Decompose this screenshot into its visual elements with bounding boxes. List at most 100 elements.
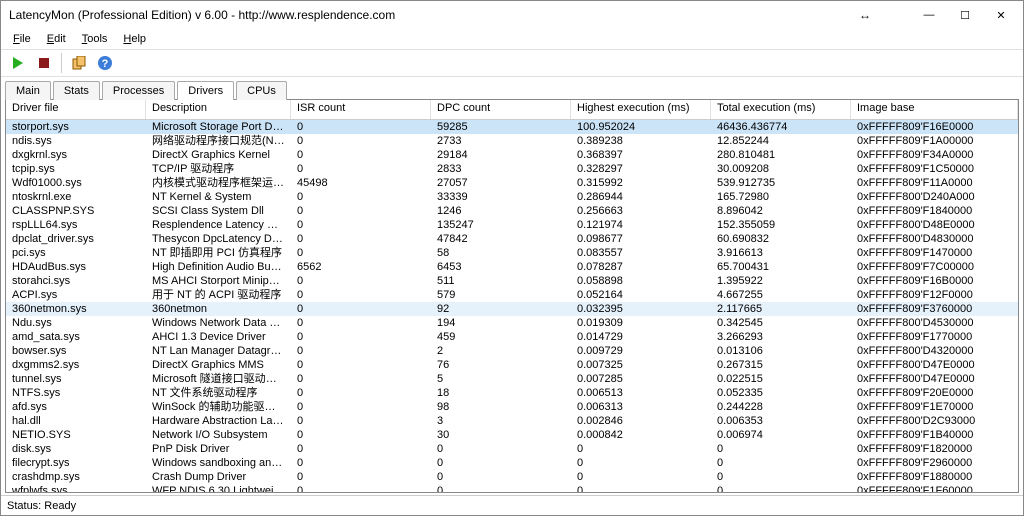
cell: 0 <box>711 442 851 456</box>
cell: 1.395922 <box>711 274 851 288</box>
table-row[interactable]: afd.sysWinSock 的辅助功能驱动程序0980.0063130.244… <box>6 400 1018 414</box>
cell: 0.052335 <box>711 386 851 400</box>
cell: 0 <box>711 484 851 492</box>
restore-down-icon[interactable]: ↔ <box>859 8 871 22</box>
stop-button[interactable] <box>33 52 55 74</box>
tab-stats[interactable]: Stats <box>53 81 100 100</box>
minimize-button[interactable]: — <box>911 3 947 27</box>
cell: TCP/IP 驱动程序 <box>146 162 291 176</box>
table-row[interactable]: rspLLL64.sysResplendence Latency Monitor… <box>6 218 1018 232</box>
table-row[interactable]: Ndu.sysWindows Network Data Usage Monit.… <box>6 316 1018 330</box>
status-text: Status: Ready <box>7 500 76 512</box>
help-button[interactable]: ? <box>94 52 116 74</box>
col-image-base[interactable]: Image base <box>851 100 1018 119</box>
menu-file[interactable]: File <box>7 31 37 47</box>
col-dpc-count[interactable]: DPC count <box>431 100 571 119</box>
cell: 0xFFFFF809'F1770000 <box>851 330 1018 344</box>
tab-drivers[interactable]: Drivers <box>177 81 234 100</box>
cell: 1246 <box>431 204 571 218</box>
cell: dxgmms2.sys <box>6 358 146 372</box>
table-row[interactable]: storahci.sysMS AHCI Storport Miniport Dr… <box>6 274 1018 288</box>
table-row[interactable]: dxgmms2.sysDirectX Graphics MMS0760.0073… <box>6 358 1018 372</box>
table-row[interactable]: pci.sysNT 即插即用 PCI 仿真程序0580.0835573.9166… <box>6 246 1018 260</box>
cell: 47842 <box>431 232 571 246</box>
table-row[interactable]: Wdf01000.sys内核模式驱动程序框架运行时45498270570.315… <box>6 176 1018 190</box>
cell: 194 <box>431 316 571 330</box>
cell: 0.098677 <box>571 232 711 246</box>
table-row[interactable]: wfplwfs.sysWFP NDIS 6.30 Lightweight Fil… <box>6 484 1018 492</box>
cell: dxgkrnl.sys <box>6 148 146 162</box>
col-description[interactable]: Description <box>146 100 291 119</box>
table-row[interactable]: ACPI.sys用于 NT 的 ACPI 驱动程序05790.0521644.6… <box>6 288 1018 302</box>
cell: 4.667255 <box>711 288 851 302</box>
tab-processes[interactable]: Processes <box>102 81 175 100</box>
cell: 0.328297 <box>571 162 711 176</box>
cell: High Definition Audio Bus Driver <box>146 260 291 274</box>
cell: Windows sandboxing and encryptio... <box>146 456 291 470</box>
table-row[interactable]: CLASSPNP.SYSSCSI Class System Dll012460.… <box>6 204 1018 218</box>
cell: 0 <box>291 134 431 148</box>
grid-body[interactable]: storport.sysMicrosoft Storage Port Drive… <box>6 120 1018 492</box>
table-row[interactable]: hal.dllHardware Abstraction Layer DLL030… <box>6 414 1018 428</box>
tab-main[interactable]: Main <box>5 81 51 100</box>
col-highest-exec[interactable]: Highest execution (ms) <box>571 100 711 119</box>
maximize-button[interactable]: ☐ <box>947 3 983 27</box>
play-button[interactable] <box>7 52 29 74</box>
cell: tcpip.sys <box>6 162 146 176</box>
cell: 0 <box>431 470 571 484</box>
cell: 0 <box>291 358 431 372</box>
table-row[interactable]: amd_sata.sysAHCI 1.3 Device Driver04590.… <box>6 330 1018 344</box>
col-isr-count[interactable]: ISR count <box>291 100 431 119</box>
cell: Microsoft Storage Port Driver <box>146 120 291 134</box>
window-title: LatencyMon (Professional Edition) v 6.00… <box>9 8 859 22</box>
table-row[interactable]: 360netmon.sys360netmon0920.0323952.11766… <box>6 302 1018 316</box>
table-row[interactable]: ndis.sys网络驱动程序接口规范(NDIS)027330.38923812.… <box>6 134 1018 148</box>
table-row[interactable]: HDAudBus.sysHigh Definition Audio Bus Dr… <box>6 260 1018 274</box>
cell: 0 <box>291 330 431 344</box>
cell: 280.810481 <box>711 148 851 162</box>
cell: 0xFFFFF800'D4830000 <box>851 232 1018 246</box>
cell: 0.315992 <box>571 176 711 190</box>
cell: 0.000842 <box>571 428 711 442</box>
cell: 3.266293 <box>711 330 851 344</box>
cell: ACPI.sys <box>6 288 146 302</box>
table-row[interactable]: tcpip.sysTCP/IP 驱动程序028330.32829730.0092… <box>6 162 1018 176</box>
table-row[interactable]: NTFS.sysNT 文件系统驱动程序0180.0065130.0523350x… <box>6 386 1018 400</box>
cell: 0xFFFFF800'D4530000 <box>851 316 1018 330</box>
cell: pci.sys <box>6 246 146 260</box>
cell: 0 <box>291 120 431 134</box>
cell: 92 <box>431 302 571 316</box>
cell: 0 <box>291 484 431 492</box>
cell: 27057 <box>431 176 571 190</box>
table-row[interactable]: filecrypt.sysWindows sandboxing and encr… <box>6 456 1018 470</box>
table-row[interactable]: bowser.sysNT Lan Manager Datagram Receiv… <box>6 344 1018 358</box>
cell: 0xFFFFF809'F1F60000 <box>851 484 1018 492</box>
cell: NT 文件系统驱动程序 <box>146 386 291 400</box>
copy-button[interactable] <box>68 52 90 74</box>
table-row[interactable]: crashdmp.sysCrash Dump Driver00000xFFFFF… <box>6 470 1018 484</box>
cell: 30.009208 <box>711 162 851 176</box>
menu-tools[interactable]: Tools <box>76 31 114 47</box>
tab-cpus[interactable]: CPUs <box>236 81 287 100</box>
cell: 0 <box>711 456 851 470</box>
tab-bar: Main Stats Processes Drivers CPUs <box>1 77 1023 99</box>
cell: 579 <box>431 288 571 302</box>
table-row[interactable]: tunnel.sysMicrosoft 隧道接口驱动程序050.0072850.… <box>6 372 1018 386</box>
cell: 0 <box>291 442 431 456</box>
table-row[interactable]: NETIO.SYSNetwork I/O Subsystem0300.00084… <box>6 428 1018 442</box>
table-row[interactable]: disk.sysPnP Disk Driver00000xFFFFF809'F1… <box>6 442 1018 456</box>
col-total-exec[interactable]: Total execution (ms) <box>711 100 851 119</box>
cell: 58 <box>431 246 571 260</box>
titlebar[interactable]: LatencyMon (Professional Edition) v 6.00… <box>1 1 1023 29</box>
table-row[interactable]: dpclat_driver.sysThesycon DpcLatency Dri… <box>6 232 1018 246</box>
table-row[interactable]: ntoskrnl.exeNT Kernel & System0333390.28… <box>6 190 1018 204</box>
col-driver-file[interactable]: Driver file <box>6 100 146 119</box>
menu-edit[interactable]: Edit <box>41 31 72 47</box>
cell: Ndu.sys <box>6 316 146 330</box>
menu-help[interactable]: Help <box>117 31 152 47</box>
cell: 0 <box>291 414 431 428</box>
table-row[interactable]: dxgkrnl.sysDirectX Graphics Kernel029184… <box>6 148 1018 162</box>
cell: 2733 <box>431 134 571 148</box>
close-button[interactable]: ✕ <box>983 3 1019 27</box>
table-row[interactable]: storport.sysMicrosoft Storage Port Drive… <box>6 120 1018 134</box>
